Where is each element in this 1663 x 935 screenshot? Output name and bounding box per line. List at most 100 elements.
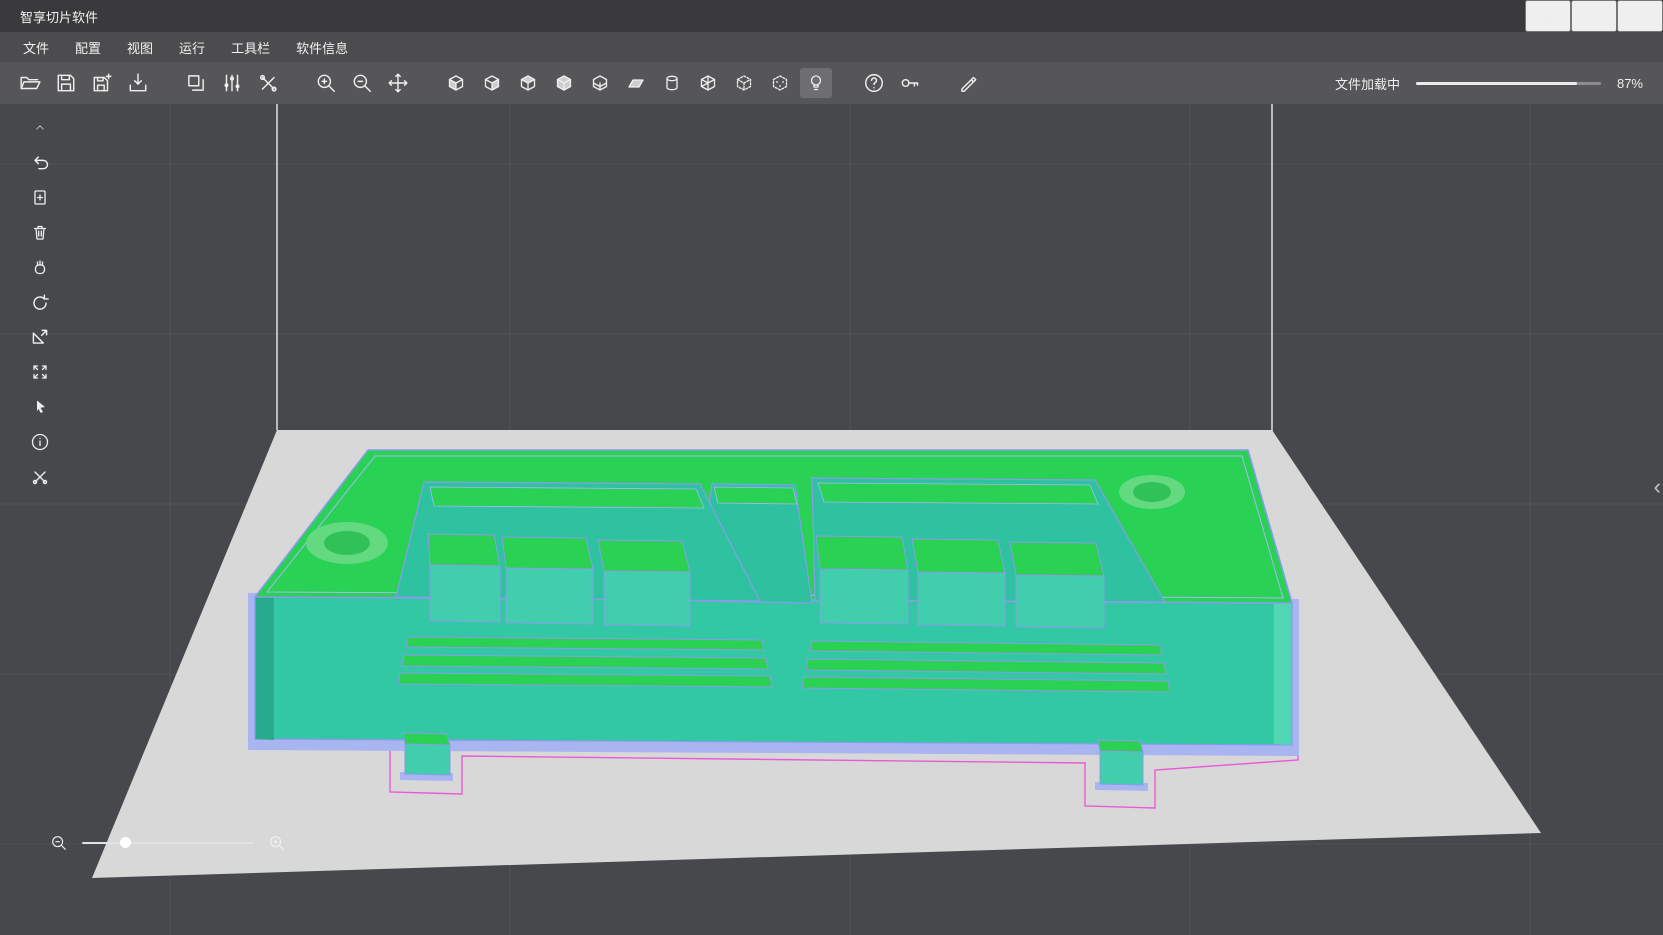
title-bar: 智享切片软件 – × (0, 0, 1663, 32)
fit-view-button[interactable] (26, 359, 54, 385)
zoom-out-icon[interactable] (50, 834, 68, 852)
cursor-icon (30, 397, 50, 417)
add-copy-icon (30, 187, 50, 207)
menu-config[interactable]: 配置 (62, 33, 114, 62)
zoom-slider-control (50, 834, 286, 852)
expand-arrows-icon (30, 362, 50, 382)
cylinder-icon (662, 73, 682, 93)
move-arrows-icon (387, 72, 409, 94)
save-floppy-icon (55, 72, 77, 94)
side-tool-panel (26, 114, 54, 490)
app-title: 智享切片软件 (0, 7, 98, 26)
model-info-button[interactable] (26, 429, 54, 455)
lightbulb-icon (806, 73, 826, 93)
rotate-arrow-icon (29, 291, 51, 313)
foot-left (400, 733, 453, 781)
delete-model-button[interactable] (26, 219, 54, 245)
clone-model-button[interactable] (180, 68, 212, 98)
cube-section-icon (590, 73, 610, 93)
nav-tool-group (310, 68, 414, 98)
menu-about[interactable]: 软件信息 (283, 33, 361, 62)
key-icon (899, 72, 921, 94)
zoom-in-button[interactable] (310, 68, 342, 98)
pen-icon (957, 72, 979, 94)
plane-view-button[interactable] (620, 68, 652, 98)
maximize-button[interactable] (1571, 0, 1617, 32)
boss-right (1119, 475, 1185, 509)
adjust-settings-button[interactable] (216, 68, 248, 98)
view-right-button[interactable] (476, 68, 508, 98)
model-right-edge (1274, 603, 1292, 745)
foot-right (1095, 740, 1148, 791)
undo-button[interactable] (26, 149, 54, 175)
info-icon (30, 432, 50, 452)
duplicate-model-button[interactable] (26, 184, 54, 210)
machine-tools-button[interactable] (252, 68, 284, 98)
open-folder-icon (19, 72, 41, 94)
zoom-out-icon (351, 72, 373, 94)
window-controls: – × (1525, 0, 1663, 32)
menu-view[interactable]: 视图 (114, 33, 166, 62)
zoom-slider-handle[interactable] (120, 837, 131, 848)
select-pointer-button[interactable] (26, 394, 54, 420)
license-key-button[interactable] (894, 68, 926, 98)
cylinder-view-button[interactable] (656, 68, 688, 98)
menu-bar: 文件 配置 视图 运行 工具栏 软件信息 (0, 32, 1663, 62)
open-file-button[interactable] (14, 68, 46, 98)
undo-arrow-icon (29, 151, 51, 173)
progress-percent: 87% (1617, 76, 1643, 91)
save-file-button[interactable] (50, 68, 82, 98)
support-cube-button[interactable] (764, 68, 796, 98)
build-volume-edges (277, 104, 1272, 432)
progress-bar (1416, 82, 1601, 85)
viewport-3d[interactable]: ‹ (0, 104, 1663, 935)
wireframe-cube-icon (698, 73, 718, 93)
menu-file[interactable]: 文件 (10, 33, 62, 62)
file-loading-area: 文件加载中 87% (1335, 74, 1649, 93)
zoom-in-icon[interactable] (268, 834, 286, 852)
menu-run[interactable]: 运行 (166, 33, 218, 62)
edit-tool-group (180, 68, 284, 98)
menu-toolbar[interactable]: 工具栏 (218, 33, 283, 62)
view-top-button[interactable] (512, 68, 544, 98)
model-left-edge (255, 597, 274, 740)
clone-icon (185, 72, 207, 94)
wireframe-cube-button[interactable] (692, 68, 724, 98)
import-model-button[interactable] (122, 68, 154, 98)
section-view-button[interactable] (584, 68, 616, 98)
annotate-pen-button[interactable] (952, 68, 984, 98)
progress-label: 文件加载中 (1335, 74, 1400, 93)
progress-fill (1416, 82, 1577, 85)
annotate-tool-group (952, 68, 984, 98)
view-solid-button[interactable] (548, 68, 580, 98)
repair-tools-button[interactable] (26, 464, 54, 490)
scene-canvas (0, 104, 1663, 935)
import-arrow-icon (127, 72, 149, 94)
collapse-panel-button[interactable] (26, 114, 54, 140)
zoom-slider-track[interactable] (82, 842, 254, 844)
help-button[interactable] (858, 68, 890, 98)
move-model-button[interactable] (382, 68, 414, 98)
cube-solid-icon (554, 73, 574, 93)
boss-left (306, 522, 388, 564)
save-as-button[interactable] (86, 68, 118, 98)
lattice-cube-button[interactable] (728, 68, 760, 98)
plane-icon (626, 73, 646, 93)
display-tool-group (440, 68, 832, 98)
pan-view-button[interactable] (26, 254, 54, 280)
minimize-button[interactable]: – (1525, 0, 1571, 32)
maximize-icon (1589, 11, 1599, 21)
zoom-out-button[interactable] (346, 68, 378, 98)
chevron-up-icon (32, 119, 48, 135)
mirror-scale-button[interactable] (26, 324, 54, 350)
right-panel-toggle[interactable]: ‹ (1654, 476, 1661, 498)
light-toggle-button[interactable] (800, 68, 832, 98)
louver-slots-right (802, 641, 1170, 692)
crossed-tools-icon (257, 72, 279, 94)
rotate-model-button[interactable] (26, 289, 54, 315)
view-left-button[interactable] (440, 68, 472, 98)
close-button[interactable]: × (1617, 0, 1663, 32)
sliders-icon (221, 72, 243, 94)
save-as-icon (91, 72, 113, 94)
trash-icon (30, 222, 50, 242)
